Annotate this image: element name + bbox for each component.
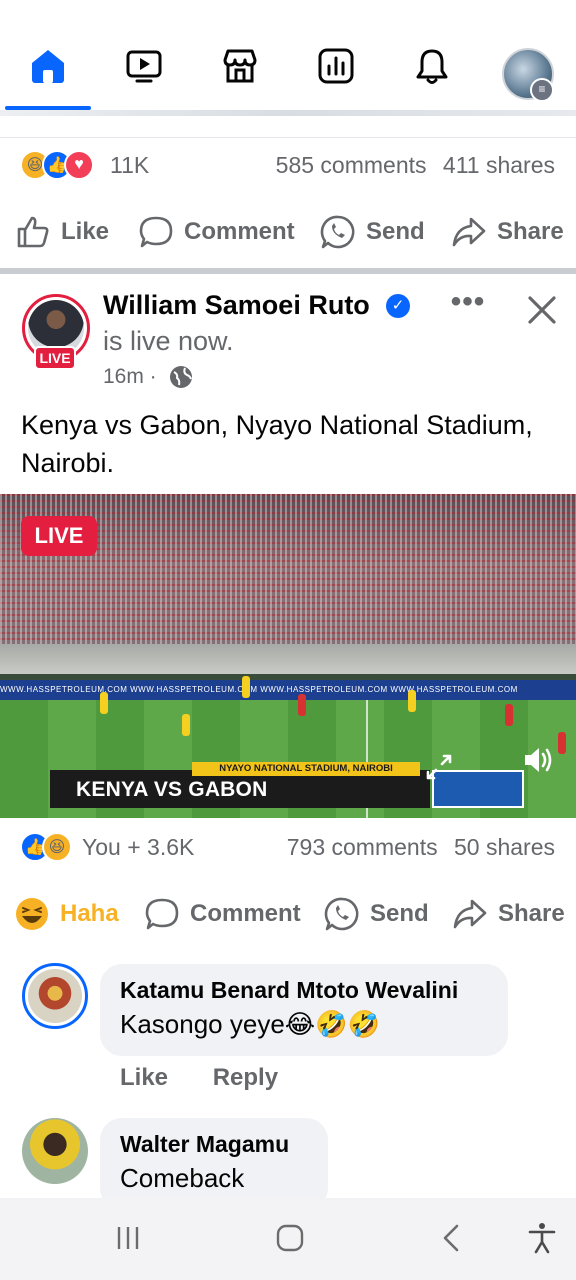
- comments-shares[interactable]: 793 comments 50 shares: [287, 834, 555, 861]
- like-label: Like: [61, 218, 110, 245]
- venue-label: NYAYO NATIONAL STADIUM, NAIROBI: [192, 762, 420, 776]
- share-label: Share: [497, 218, 564, 245]
- video-tab[interactable]: [114, 46, 174, 102]
- shares-count[interactable]: 50 shares: [454, 834, 555, 860]
- post-reactions-row[interactable]: 👍 😆 You + 3.6K 793 comments 50 shares: [0, 828, 576, 868]
- send-button[interactable]: Send: [324, 896, 429, 932]
- reactions-count[interactable]: You + 3.6K: [82, 834, 194, 861]
- stadium-wall: [0, 644, 576, 674]
- recent-apps-icon[interactable]: [110, 1220, 146, 1256]
- comment-bubble[interactable]: Walter Magamu Comeback: [100, 1118, 328, 1210]
- share-label: Share: [498, 900, 565, 927]
- comments-shares[interactable]: 585 comments 411 shares: [276, 152, 555, 179]
- post-actions: Haha Comment Send Share: [0, 888, 576, 938]
- globe-icon: [170, 366, 192, 388]
- comment-button[interactable]: Comment: [144, 896, 301, 932]
- thumbs-up-icon: [17, 216, 49, 248]
- haha-reaction-icon: 😆: [42, 832, 72, 862]
- marketplace-icon: [223, 49, 257, 83]
- comment-icon: [139, 216, 173, 248]
- prev-post-reactions-row[interactable]: 😆 👍 ♥ 11K 585 comments 411 shares: [0, 146, 576, 186]
- player: [182, 714, 190, 736]
- prev-post-actions: Like Comment Send Share: [0, 206, 576, 256]
- feeds-icon: [318, 48, 354, 84]
- send-button[interactable]: Send: [320, 214, 425, 250]
- top-navigation-bar: ≡: [0, 0, 576, 112]
- comment-label: Comment: [190, 900, 301, 927]
- player: [242, 676, 250, 698]
- comment-text: Comeback: [120, 1163, 245, 1193]
- post-text: Kenya vs Gabon, Nyayo National Stadium, …: [21, 410, 533, 478]
- bell-icon: [416, 49, 448, 84]
- comment-bubble[interactable]: Katamu Benard Mtoto Wevalini Kasongo yey…: [100, 964, 508, 1056]
- comment-label: Comment: [184, 218, 295, 245]
- post-status: is live now.: [103, 326, 234, 356]
- comment-text: Kasongo yeye😂🤣🤣: [120, 1009, 380, 1039]
- haha-emoji-icon: [16, 898, 48, 930]
- comment-button[interactable]: Comment: [138, 214, 295, 250]
- player: [505, 704, 513, 726]
- player: [100, 692, 108, 714]
- whatsapp-icon: [320, 215, 355, 249]
- player: [408, 690, 416, 712]
- live-indicator: LIVE: [21, 516, 97, 556]
- notifications-tab[interactable]: [402, 46, 462, 102]
- reaction-icons: 👍 😆: [20, 832, 72, 864]
- advertising-boards: WWW.HASSPETROLEUM.COM WWW.HASSPETROLEUM.…: [0, 680, 576, 700]
- fullscreen-icon[interactable]: [424, 752, 454, 782]
- player: [298, 694, 306, 716]
- volume-icon[interactable]: [520, 742, 556, 778]
- verified-badge-icon: ✓: [386, 294, 410, 318]
- reactions-count[interactable]: 11K: [110, 152, 149, 179]
- comment-actions: Like Reply: [120, 1064, 316, 1092]
- post-timestamp[interactable]: 16m ·: [103, 365, 157, 389]
- comment-like-button[interactable]: Like: [120, 1064, 168, 1091]
- reaction-icons: 😆 👍 ♥: [20, 150, 94, 182]
- home-button-icon[interactable]: [272, 1220, 308, 1256]
- like-button[interactable]: Like: [15, 214, 109, 250]
- comments-count[interactable]: 585 comments: [276, 152, 427, 178]
- live-video-player[interactable]: WWW.HASSPETROLEUM.COM WWW.HASSPETROLEUM.…: [0, 494, 576, 818]
- match-title: KENYA VS GABON: [76, 778, 268, 801]
- more-options-icon[interactable]: •••: [448, 287, 488, 324]
- previous-post-media-edge: [0, 110, 576, 116]
- back-icon[interactable]: [434, 1220, 470, 1256]
- menu-icon[interactable]: ≡: [530, 78, 554, 102]
- share-icon: [453, 899, 487, 929]
- commenter-name[interactable]: Walter Magamu: [120, 1128, 308, 1160]
- home-tab[interactable]: [18, 46, 78, 102]
- haha-reaction-button[interactable]: Haha: [14, 896, 119, 932]
- post-author-name[interactable]: William Samoei Ruto: [103, 290, 370, 321]
- comment-icon: [145, 898, 179, 930]
- whatsapp-icon: [324, 897, 359, 931]
- share-button[interactable]: Share: [452, 896, 565, 932]
- player: [558, 732, 566, 754]
- love-reaction-icon: ♥: [64, 150, 94, 180]
- share-button[interactable]: Share: [451, 214, 564, 250]
- feeds-tab[interactable]: [306, 46, 366, 102]
- comments-count[interactable]: 793 comments: [287, 834, 438, 860]
- divider: [0, 137, 576, 138]
- home-icon: [32, 50, 64, 83]
- video-icon: [126, 50, 162, 83]
- post-separator: [0, 268, 576, 274]
- send-label: Send: [370, 900, 429, 927]
- system-navigation-bar: [0, 1198, 576, 1280]
- close-icon[interactable]: [524, 292, 560, 328]
- live-badge: LIVE: [34, 346, 76, 370]
- share-icon: [452, 217, 486, 247]
- commenter-avatar[interactable]: [22, 963, 88, 1029]
- commenter-avatar[interactable]: [22, 1118, 88, 1184]
- comment-reply-button[interactable]: Reply: [213, 1064, 278, 1091]
- accessibility-icon[interactable]: [524, 1220, 560, 1256]
- send-label: Send: [366, 218, 425, 245]
- shares-count[interactable]: 411 shares: [443, 152, 555, 178]
- commenter-name[interactable]: Katamu Benard Mtoto Wevalini: [120, 974, 488, 1006]
- marketplace-tab[interactable]: [210, 46, 270, 102]
- haha-label: Haha: [60, 900, 119, 927]
